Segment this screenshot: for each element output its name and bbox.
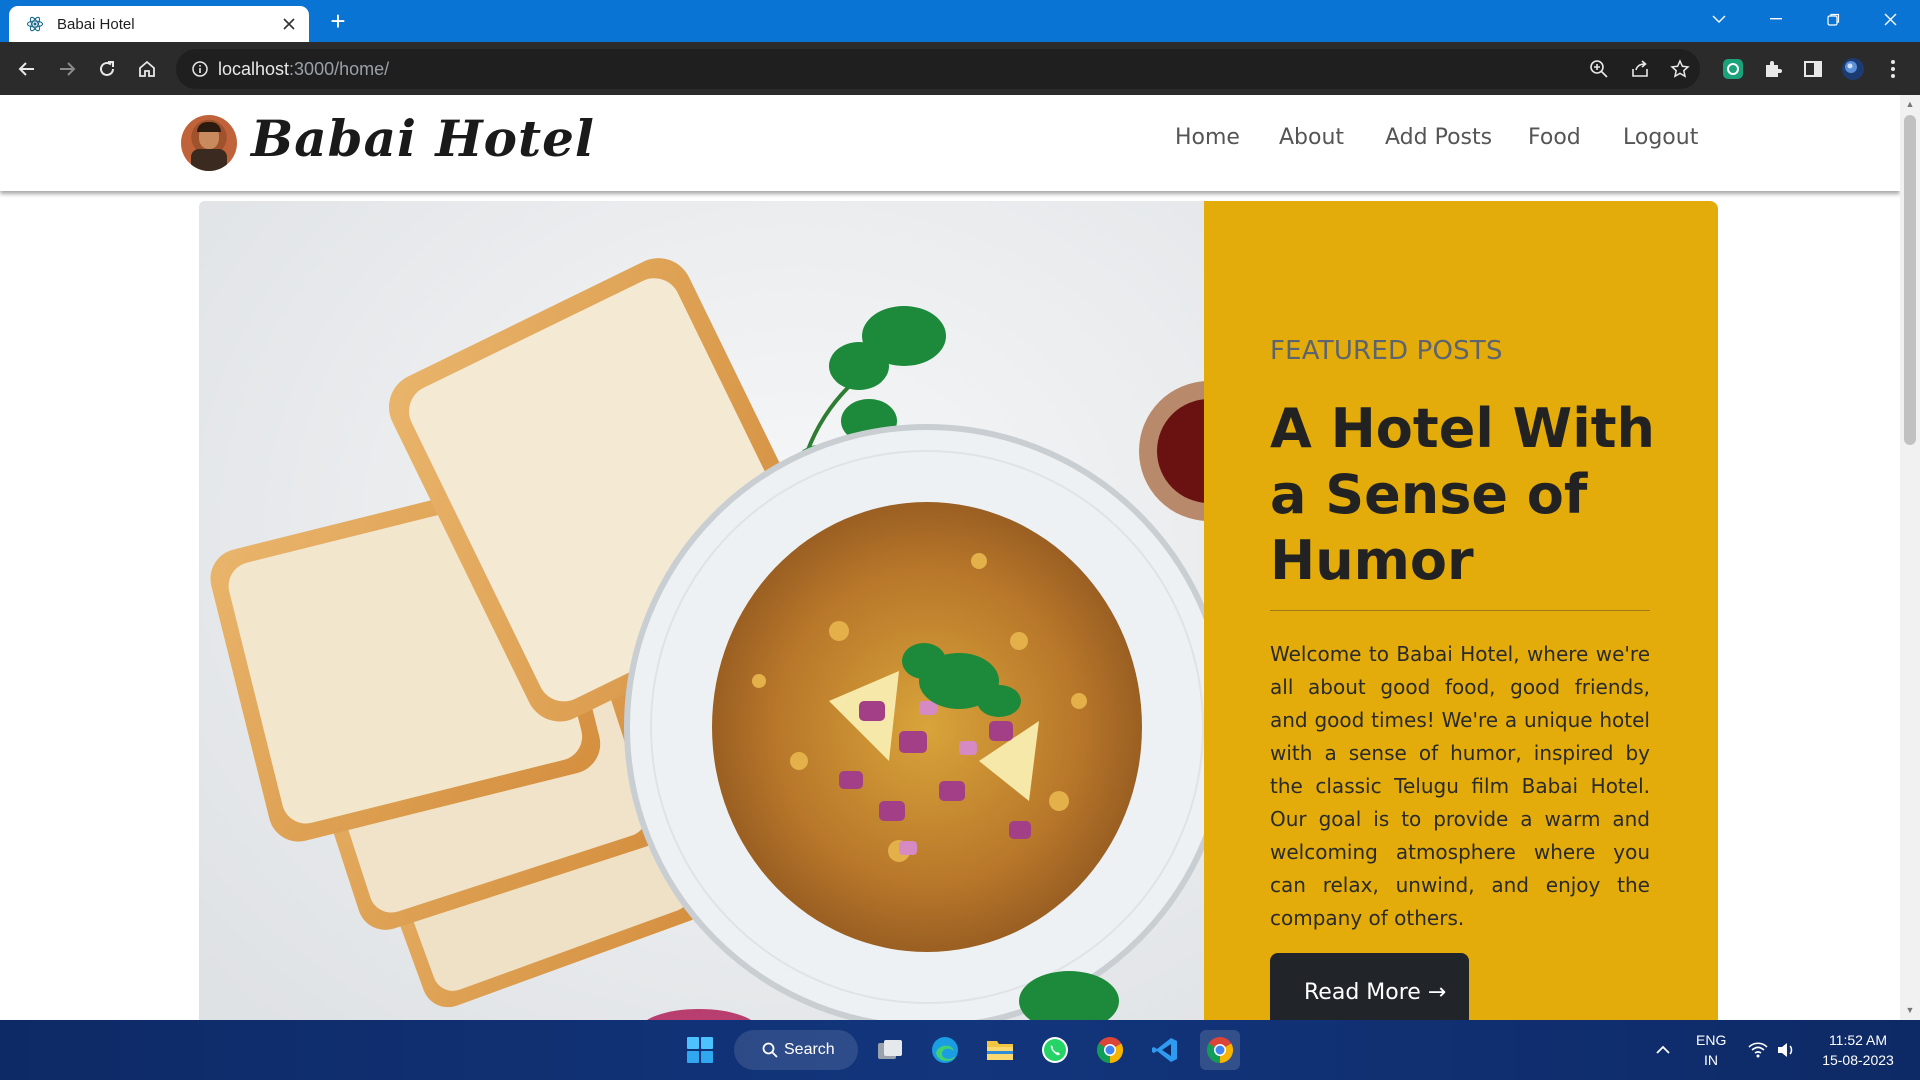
- wifi-icon[interactable]: [1746, 1030, 1770, 1070]
- restore-icon[interactable]: [1813, 0, 1853, 38]
- windows-start-icon[interactable]: [680, 1030, 720, 1070]
- scroll-thumb[interactable]: [1904, 115, 1916, 445]
- address-bar[interactable]: localhost:3000/home/: [176, 49, 1700, 89]
- page-viewport: Babai Hotel Home About Add Posts Food Lo…: [0, 95, 1900, 1020]
- language-indicator[interactable]: ENG IN: [1696, 1030, 1726, 1070]
- nav-food[interactable]: Food: [1528, 125, 1581, 150]
- chrome-active-icon[interactable]: [1200, 1030, 1240, 1070]
- featured-hero: FEATURED POSTS A Hotel With a Sense of H…: [199, 201, 1718, 1020]
- tab-title: Babai Hotel: [57, 15, 135, 33]
- back-icon[interactable]: [12, 54, 42, 84]
- scroll-up-icon[interactable]: ▲: [1905, 99, 1915, 109]
- forward-icon[interactable]: [52, 54, 82, 84]
- extensions-puzzle-icon[interactable]: [1761, 57, 1785, 81]
- featured-kicker: FEATURED POSTS: [1270, 336, 1503, 366]
- reload-icon[interactable]: [92, 54, 122, 84]
- whatsapp-icon[interactable]: [1035, 1030, 1075, 1070]
- featured-heading: A Hotel With a Sense of Humor: [1270, 397, 1655, 592]
- browser-toolbar: localhost:3000/home/: [0, 42, 1920, 95]
- home-icon[interactable]: [132, 54, 162, 84]
- profile-avatar-icon[interactable]: [1841, 57, 1865, 81]
- chrome-icon[interactable]: [1090, 1030, 1130, 1070]
- task-view-icon[interactable]: [870, 1030, 910, 1070]
- logo-avatar[interactable]: [181, 115, 237, 171]
- windows-taskbar: Search ENG IN 11:52 AM 15-08-2023: [0, 1020, 1920, 1080]
- taskbar-search[interactable]: Search: [734, 1030, 858, 1070]
- browser-tab[interactable]: Babai Hotel: [9, 6, 309, 42]
- site-navbar: Babai Hotel Home About Add Posts Food Lo…: [0, 95, 1900, 191]
- search-icon: [762, 1042, 778, 1058]
- edge-browser-icon[interactable]: [925, 1030, 965, 1070]
- volume-icon[interactable]: [1774, 1030, 1798, 1070]
- extension-green-icon[interactable]: [1721, 57, 1745, 81]
- menu-kebab-icon[interactable]: [1881, 57, 1905, 81]
- clock[interactable]: 11:52 AM 15-08-2023: [1812, 1030, 1904, 1070]
- scroll-down-icon[interactable]: ▼: [1905, 1005, 1915, 1015]
- vscode-icon[interactable]: [1145, 1030, 1185, 1070]
- tab-search-icon[interactable]: [1699, 0, 1739, 38]
- bookmark-star-icon[interactable]: [1669, 58, 1691, 80]
- tab-bar: Babai Hotel +: [0, 0, 1920, 42]
- featured-post-panel: FEATURED POSTS A Hotel With a Sense of H…: [1204, 201, 1718, 1020]
- new-tab-button[interactable]: +: [324, 8, 352, 36]
- food-photo: [199, 201, 1204, 1020]
- featured-description: Welcome to Babai Hotel, where we're all …: [1270, 642, 1650, 930]
- read-more-button[interactable]: Read More →: [1270, 953, 1469, 1020]
- nav-add-posts[interactable]: Add Posts: [1385, 125, 1492, 150]
- side-panel-icon[interactable]: [1801, 57, 1825, 81]
- page-scrollbar[interactable]: ▲ ▼: [1900, 95, 1920, 1020]
- close-window-icon[interactable]: [1870, 0, 1910, 38]
- zoom-icon[interactable]: [1588, 58, 1610, 80]
- minimize-icon[interactable]: [1756, 0, 1796, 38]
- tray-chevron-up-icon[interactable]: [1643, 1030, 1683, 1070]
- url-text: localhost:3000/home/: [218, 59, 390, 79]
- brand-logo-text[interactable]: Babai Hotel: [251, 109, 595, 168]
- divider: [1270, 610, 1650, 611]
- search-label: Search: [784, 1041, 835, 1058]
- nav-home[interactable]: Home: [1175, 125, 1240, 150]
- close-tab-icon[interactable]: [279, 14, 299, 34]
- nav-logout[interactable]: Logout: [1623, 125, 1698, 150]
- share-icon[interactable]: [1629, 58, 1651, 80]
- info-icon[interactable]: [190, 59, 210, 79]
- file-explorer-icon[interactable]: [980, 1030, 1020, 1070]
- nav-about[interactable]: About: [1279, 125, 1344, 150]
- react-icon: [25, 14, 45, 34]
